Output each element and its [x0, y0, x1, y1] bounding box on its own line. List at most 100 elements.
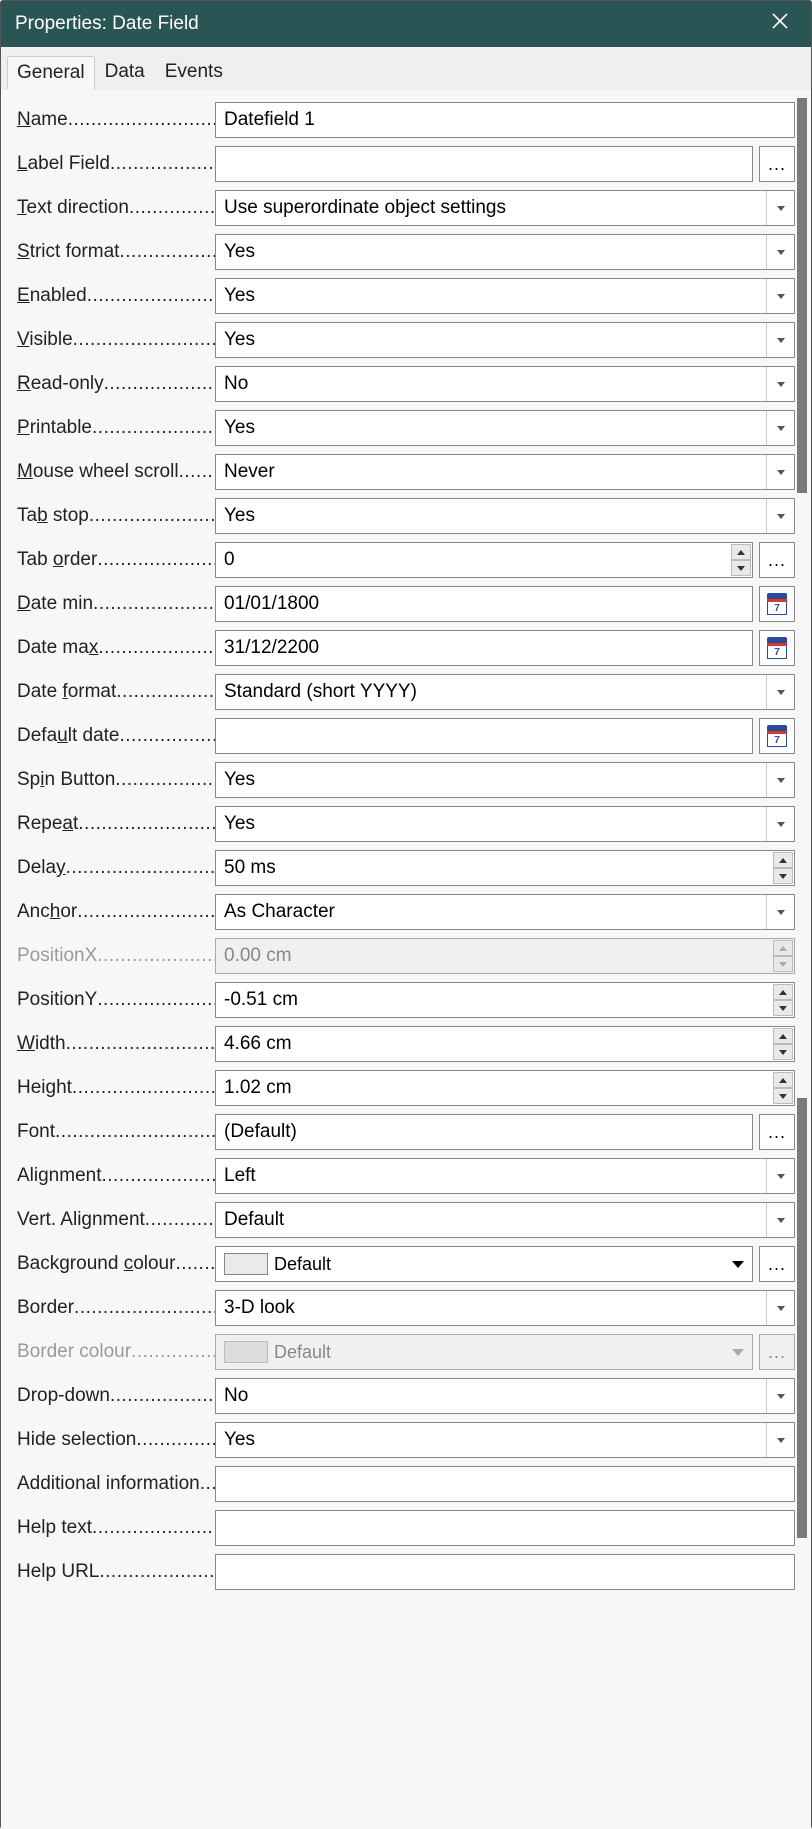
- strict-format-select[interactable]: Yes: [215, 234, 795, 270]
- tab-order-spinner[interactable]: 0: [215, 542, 753, 578]
- label-tab-stop: Tab stop..............................: [17, 505, 215, 527]
- chevron-down-icon: [766, 675, 794, 709]
- tabs-bar: General Data Events: [1, 47, 811, 90]
- date-min-calendar-button[interactable]: 7: [759, 586, 795, 622]
- label-vert-alignment: Vert. Alignment................: [17, 1209, 215, 1231]
- label-position-x: PositionX.............................: [17, 945, 215, 967]
- chevron-down-icon: [766, 1159, 794, 1193]
- label-printable: Printable..............................: [17, 417, 215, 439]
- chevron-down-icon: [766, 235, 794, 269]
- mouse-wheel-select[interactable]: Never: [215, 454, 795, 490]
- additional-information-input[interactable]: [215, 1466, 795, 1502]
- enabled-select[interactable]: Yes: [215, 278, 795, 314]
- chevron-down-icon: [724, 1247, 752, 1281]
- delay-spinner[interactable]: 50 ms: [215, 850, 795, 886]
- chevron-down-icon: [766, 1203, 794, 1237]
- calendar-icon: 7: [766, 725, 788, 747]
- label-tab-order: Tab order............................: [17, 549, 215, 571]
- label-help-url: Help URL.............................: [17, 1561, 215, 1583]
- label-field-browse-button[interactable]: ...: [759, 146, 795, 182]
- border-select[interactable]: 3-D look: [215, 1290, 795, 1326]
- chevron-down-icon: [766, 499, 794, 533]
- read-only-select[interactable]: No: [215, 366, 795, 402]
- label-visible: Visible.................................: [17, 329, 215, 351]
- calendar-icon: 7: [766, 637, 788, 659]
- close-button[interactable]: [763, 8, 797, 40]
- width-spinner[interactable]: 4.66 cm: [215, 1026, 795, 1062]
- date-min-input[interactable]: 01/01/1800: [215, 586, 753, 622]
- label-field-input[interactable]: [215, 146, 753, 182]
- spin-up-icon[interactable]: [773, 984, 793, 1000]
- position-y-spinner[interactable]: -0.51 cm: [215, 982, 795, 1018]
- spin-up-icon[interactable]: [773, 1028, 793, 1044]
- help-text-input[interactable]: [215, 1510, 795, 1546]
- repeat-select[interactable]: Yes: [215, 806, 795, 842]
- spin-up-icon: [773, 940, 793, 956]
- text-direction-select[interactable]: Use superordinate object settings: [215, 190, 795, 226]
- label-alignment: Alignment...........................: [17, 1165, 215, 1187]
- spin-up-icon[interactable]: [773, 852, 793, 868]
- spin-down-icon[interactable]: [731, 560, 751, 576]
- label-position-y: PositionY.............................: [17, 989, 215, 1011]
- spin-button-select[interactable]: Yes: [215, 762, 795, 798]
- chevron-down-icon: [724, 1335, 752, 1369]
- alignment-select[interactable]: Left: [215, 1158, 795, 1194]
- background-colour-browse-button[interactable]: ...: [759, 1246, 795, 1282]
- hide-selection-select[interactable]: Yes: [215, 1422, 795, 1458]
- tab-order-browse-button[interactable]: ...: [759, 542, 795, 578]
- tab-general[interactable]: General: [7, 56, 95, 90]
- label-help-text: Help text.............................: [17, 1517, 215, 1539]
- chevron-down-icon: [766, 411, 794, 445]
- height-spinner[interactable]: 1.02 cm: [215, 1070, 795, 1106]
- chevron-down-icon: [766, 1291, 794, 1325]
- label-hide-selection: Hide selection..................: [17, 1429, 215, 1451]
- dropdown-select[interactable]: No: [215, 1378, 795, 1414]
- chevron-down-icon: [766, 1423, 794, 1457]
- label-dropdown: Drop-down..........................: [17, 1385, 215, 1407]
- label-label-field: Label Field.........................: [17, 153, 215, 175]
- tab-content-general: Name................................ Dat…: [1, 90, 811, 1829]
- spin-up-icon[interactable]: [731, 544, 751, 560]
- chevron-down-icon: [766, 367, 794, 401]
- default-date-calendar-button[interactable]: 7: [759, 718, 795, 754]
- date-max-input[interactable]: 31/12/2200: [215, 630, 753, 666]
- font-browse-button[interactable]: ...: [759, 1114, 795, 1150]
- window-titlebar: Properties: Date Field: [1, 1, 811, 47]
- anchor-select[interactable]: As Character: [215, 894, 795, 930]
- printable-select[interactable]: Yes: [215, 410, 795, 446]
- label-width: Width...................................: [17, 1033, 215, 1055]
- label-border-colour: Border colour....................: [17, 1341, 215, 1363]
- spin-up-icon[interactable]: [773, 1072, 793, 1088]
- label-border: Border..................................: [17, 1297, 215, 1319]
- label-anchor: Anchor.................................: [17, 901, 215, 923]
- date-max-calendar-button[interactable]: 7: [759, 630, 795, 666]
- chevron-down-icon: [766, 1379, 794, 1413]
- help-url-input[interactable]: [215, 1554, 795, 1590]
- label-background-colour: Background colour.........: [17, 1253, 215, 1275]
- background-colour-select[interactable]: Default: [215, 1246, 753, 1282]
- label-repeat: Repeat.................................: [17, 813, 215, 835]
- scrollbar-thumb-bottom[interactable]: [797, 1098, 807, 1538]
- spin-down-icon[interactable]: [773, 868, 793, 884]
- spin-down-icon[interactable]: [773, 1044, 793, 1060]
- visible-select[interactable]: Yes: [215, 322, 795, 358]
- chevron-down-icon: [766, 763, 794, 797]
- font-input[interactable]: (Default): [215, 1114, 753, 1150]
- date-format-select[interactable]: Standard (short YYYY): [215, 674, 795, 710]
- vert-alignment-select[interactable]: Default: [215, 1202, 795, 1238]
- label-default-date: Default date.......................: [17, 725, 215, 747]
- label-font: Font....................................…: [17, 1121, 215, 1143]
- tab-events[interactable]: Events: [155, 55, 233, 89]
- spin-down-icon: [773, 956, 793, 972]
- spin-down-icon[interactable]: [773, 1000, 793, 1016]
- label-delay: Delay...................................…: [17, 857, 215, 879]
- name-input[interactable]: Datefield 1: [215, 102, 795, 138]
- chevron-down-icon: [766, 807, 794, 841]
- chevron-down-icon: [766, 191, 794, 225]
- scrollbar-thumb-top[interactable]: [797, 98, 807, 493]
- spin-down-icon[interactable]: [773, 1088, 793, 1104]
- default-date-input[interactable]: [215, 718, 753, 754]
- chevron-down-icon: [766, 895, 794, 929]
- tab-data[interactable]: Data: [95, 55, 155, 89]
- tab-stop-select[interactable]: Yes: [215, 498, 795, 534]
